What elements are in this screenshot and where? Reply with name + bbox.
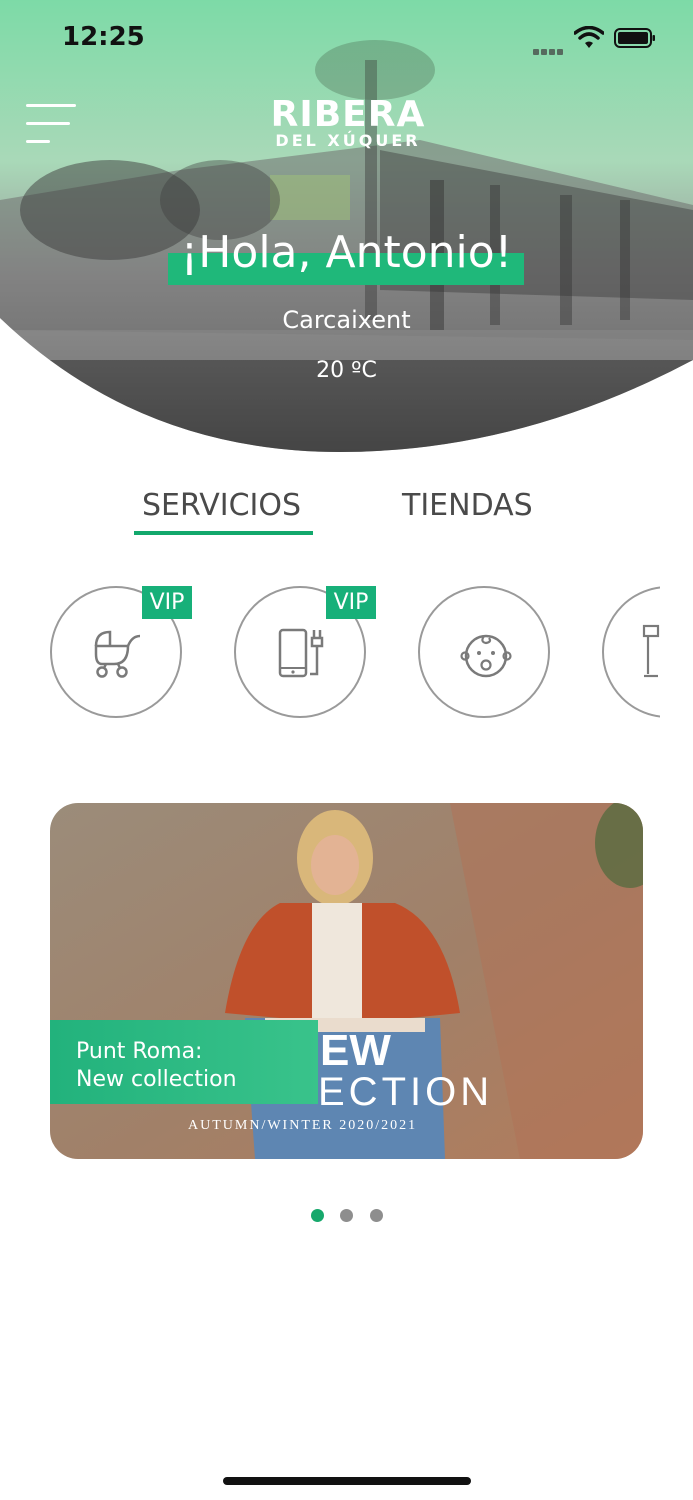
app-logo: RIBERA DEL XÚQUER <box>250 94 446 154</box>
banner-image-text: ECTION <box>318 1070 493 1114</box>
cellular-signal-icon <box>533 40 567 55</box>
baby-face-icon <box>460 634 512 678</box>
stroller-icon <box>94 630 141 678</box>
promo-banner-image: EW ECTION AUTUMN/WINTER 2020/2021 <box>50 803 643 1159</box>
active-tab-indicator <box>134 531 313 535</box>
status-time: 12:25 <box>62 22 145 52</box>
partial-service-icon <box>642 624 660 678</box>
menu-line-icon <box>26 122 70 125</box>
services-carousel[interactable]: VIP VIP <box>0 580 660 730</box>
banner-caption-title: New collection <box>76 1067 237 1092</box>
vip-badge: VIP <box>326 586 376 619</box>
carousel-pagination <box>0 1209 693 1223</box>
menu-line-icon <box>26 104 76 107</box>
promo-banner[interactable]: EW ECTION AUTUMN/WINTER 2020/2021 <box>50 803 643 1159</box>
tab-servicios[interactable]: SERVICIOS <box>142 488 301 523</box>
section-tabs: SERVICIOS TIENDAS <box>0 488 693 548</box>
service-baby-care-button[interactable] <box>418 586 550 718</box>
phone-charger-icon <box>278 628 324 678</box>
battery-icon <box>614 28 655 48</box>
banner-caption[interactable]: Punt Roma: New collection <box>50 1020 318 1104</box>
pagination-dot[interactable] <box>340 1209 353 1222</box>
hero-header: 12:25 RIBERA DEL XÚQUER ¡Hola, Antonio! … <box>0 0 693 460</box>
temperature-label: 20 ºC <box>316 358 377 383</box>
wifi-icon <box>574 26 604 48</box>
service-partial-button[interactable] <box>602 586 660 718</box>
pagination-dot[interactable] <box>370 1209 383 1222</box>
vip-badge: VIP <box>142 586 192 619</box>
banner-caption-store: Punt Roma: <box>76 1039 203 1064</box>
logo-subtitle: DEL XÚQUER <box>275 131 421 150</box>
tab-tiendas[interactable]: TIENDAS <box>402 488 533 523</box>
pagination-dot[interactable] <box>311 1209 324 1222</box>
logo-title: RIBERA <box>270 94 426 135</box>
status-bar: 12:25 <box>0 0 693 80</box>
hamburger-menu-button[interactable] <box>26 104 78 144</box>
greeting-text: ¡Hola, Antonio! <box>180 227 513 278</box>
banner-image-text: EW <box>320 1026 391 1075</box>
menu-line-icon <box>26 140 50 143</box>
home-indicator[interactable] <box>223 1477 471 1485</box>
city-label: Carcaixent <box>282 306 411 334</box>
banner-image-subtext: AUTUMN/WINTER 2020/2021 <box>188 1118 417 1133</box>
